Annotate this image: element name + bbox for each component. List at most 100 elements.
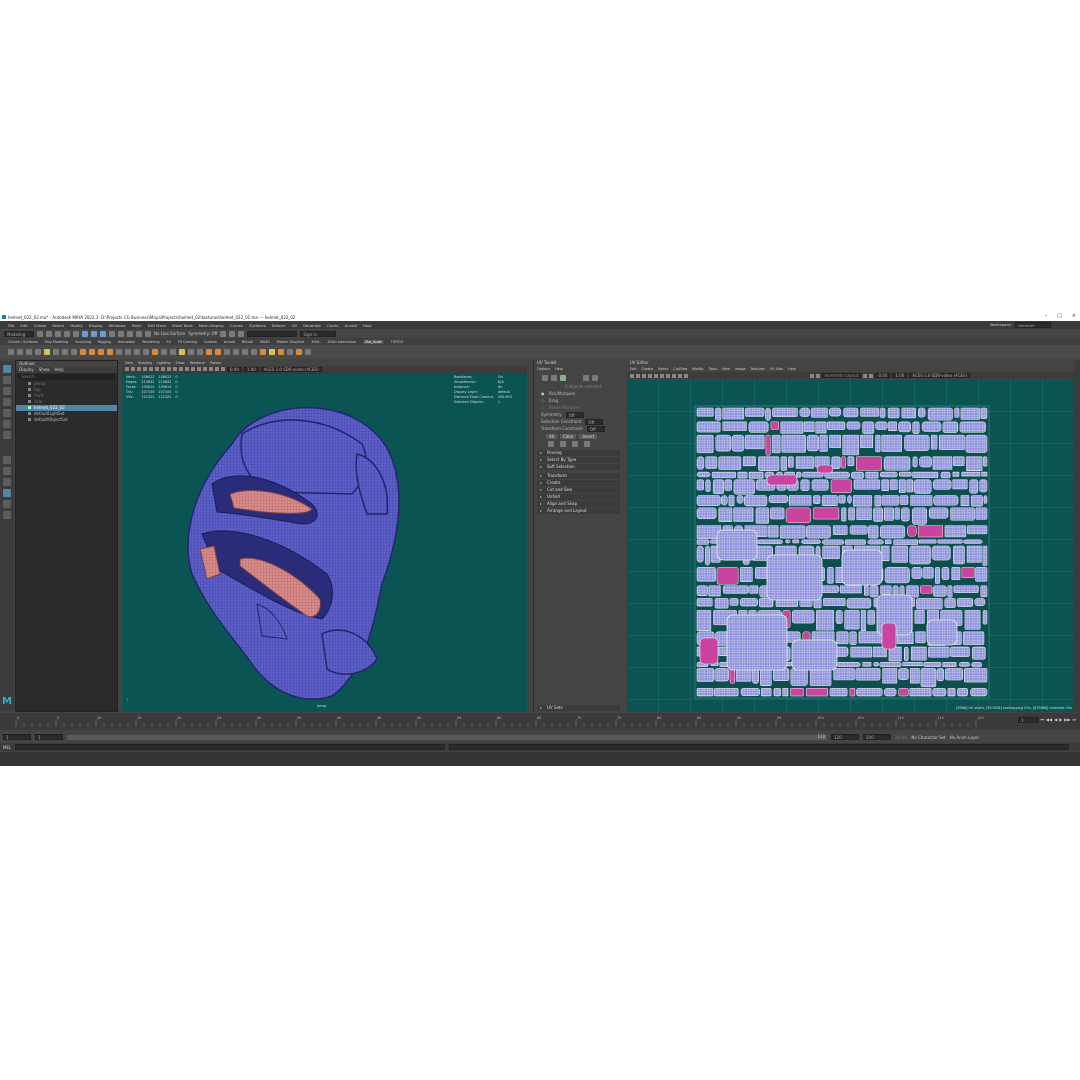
uv-shell[interactable]	[920, 668, 937, 688]
wireframe-on-shaded-icon[interactable]	[173, 367, 177, 371]
uv-shell[interactable]	[911, 567, 922, 579]
uv-shell[interactable]	[942, 421, 959, 433]
menu-surfaces[interactable]: Surfaces	[249, 323, 265, 328]
uv-shell[interactable]	[912, 456, 918, 468]
uv-shell[interactable]	[733, 507, 754, 522]
uv-menu-image[interactable]: Image	[735, 366, 746, 372]
uv-shell[interactable]	[899, 495, 909, 505]
select-object-icon[interactable]	[91, 330, 97, 337]
mode-select[interactable]: Modeling	[4, 330, 34, 337]
select-all-button[interactable]: All	[546, 434, 557, 439]
go-to-end-icon[interactable]: ⏭	[1072, 717, 1076, 723]
invert-selection-button[interactable]: Invert	[579, 434, 598, 439]
uv-shell[interactable]	[722, 407, 745, 420]
uv-shell[interactable]	[790, 688, 804, 697]
uv-shell[interactable]	[805, 688, 829, 697]
section-unfold[interactable]: Unfold	[537, 494, 620, 500]
rotate-tool-icon[interactable]	[3, 409, 11, 417]
render-view-icon[interactable]	[229, 330, 236, 337]
uv-shell[interactable]	[815, 421, 827, 434]
uv-shell[interactable]	[898, 688, 909, 697]
uv-shell[interactable]	[881, 495, 899, 506]
uv-shell[interactable]	[867, 610, 876, 625]
uv-shell[interactable]	[803, 421, 815, 432]
color-space-select[interactable]: ACES 1.0 SDR-video (ACES)	[260, 366, 322, 372]
uv-shell[interactable]	[714, 688, 739, 697]
uv-tool-icon[interactable]	[869, 373, 874, 378]
uv-shell[interactable]	[742, 456, 756, 467]
shadows-icon[interactable]	[191, 367, 195, 371]
uv-exposure-field[interactable]: 0.00	[875, 373, 891, 378]
step-forward-icon[interactable]: ▶▶	[1064, 717, 1070, 723]
uv-shell[interactable]	[751, 668, 759, 684]
uv-shell[interactable]	[915, 631, 926, 644]
uv-shells[interactable]	[627, 380, 1080, 712]
uv-shell[interactable]	[879, 662, 902, 668]
menu-mesh-display[interactable]: Mesh Display	[199, 323, 224, 328]
uv-shell[interactable]	[696, 479, 704, 491]
uv-shell-overlapping[interactable]	[766, 474, 798, 486]
section-select-by-type[interactable]: Select By Type	[537, 457, 620, 463]
perspective-view[interactable]: Verts: 108022 108022 0 Edges: 215832 215832 0 …	[122, 374, 527, 712]
uv-shell[interactable]	[926, 619, 958, 646]
uv-color-space-select[interactable]: ACES 1.0 SDR-video (ACES)	[909, 373, 971, 378]
select-hierarchy-icon[interactable]	[82, 330, 88, 337]
save-scene-icon[interactable]	[55, 330, 61, 337]
lights-icon[interactable]	[185, 367, 189, 371]
character-set-select[interactable]: No Character Set	[911, 735, 945, 740]
shelf-tool-icon[interactable]	[35, 349, 41, 355]
snap-point-icon[interactable]	[127, 330, 133, 337]
uv-menu-textures[interactable]: Textures	[751, 366, 765, 372]
uv-shell[interactable]	[811, 407, 828, 418]
minimize-button[interactable]: –	[1045, 313, 1048, 319]
shelf-tool-icon[interactable]	[260, 349, 266, 355]
uv-shell[interactable]	[726, 614, 788, 671]
section-align-and-snap[interactable]: Align and Snap	[537, 501, 620, 507]
grow-selection-icon[interactable]	[548, 441, 554, 447]
open-scene-icon[interactable]	[46, 330, 52, 337]
uv-shell[interactable]	[884, 567, 910, 584]
uv-shell[interactable]	[902, 662, 923, 667]
shelf-tab-fx[interactable]: FX	[167, 340, 171, 344]
uv-shell[interactable]	[772, 407, 798, 417]
transform-constraint-select[interactable]: Off	[586, 426, 605, 432]
section-soft-selection[interactable]: Soft Selection	[537, 464, 620, 470]
shelf-tab-mash[interactable]: MASH	[260, 340, 270, 344]
shelf-tab-rendering[interactable]: Rendering	[142, 340, 159, 344]
uv-shell[interactable]	[898, 668, 909, 681]
uv-shell[interactable]	[714, 668, 729, 682]
uv-shell[interactable]	[959, 421, 986, 433]
uv-shell[interactable]	[964, 668, 988, 683]
uv-shell[interactable]	[910, 495, 933, 506]
uv-shell[interactable]	[705, 456, 718, 469]
workspace-select[interactable]: General*	[1015, 322, 1052, 328]
viewport-menu-lighting[interactable]: Lighting	[157, 360, 171, 366]
select-border-icon[interactable]	[572, 441, 578, 447]
uv-shell[interactable]	[696, 545, 704, 563]
uv-menu-edit[interactable]: Edit	[630, 366, 637, 372]
uv-shell[interactable]	[696, 507, 717, 520]
uv-shell[interactable]	[788, 495, 812, 506]
uv-shell[interactable]	[729, 598, 739, 606]
shelf-tab-animation[interactable]: Animation	[118, 340, 135, 344]
uv-shell[interactable]	[696, 688, 714, 697]
uv-shell[interactable]	[819, 434, 828, 452]
uv-shell[interactable]	[766, 554, 823, 601]
uv-shell[interactable]	[862, 662, 872, 667]
shelf-tool-icon[interactable]	[197, 349, 203, 355]
uv-shell[interactable]	[712, 479, 725, 495]
uv-shell[interactable]	[983, 495, 988, 504]
go-to-start-icon[interactable]: ⏮	[1040, 717, 1044, 723]
uv-shell[interactable]	[785, 507, 812, 524]
camera-attributes-icon[interactable]	[125, 367, 129, 371]
uv-menu-cut-sew[interactable]: Cut/Sew	[673, 366, 687, 372]
uv-shell[interactable]	[696, 471, 711, 478]
isolate-select-icon[interactable]	[197, 367, 201, 371]
uv-shell[interactable]	[843, 407, 859, 418]
range-inner-start-field[interactable]: 1	[35, 734, 63, 740]
pick-option-marquee[interactable]: ● Pick/Marquee	[537, 391, 620, 397]
shelf-tool-icon[interactable]	[26, 349, 32, 355]
uv-shell[interactable]	[806, 434, 819, 452]
uv-shell[interactable]	[756, 539, 783, 545]
section-arrange-and-layout[interactable]: Arrange and Layout	[537, 508, 620, 514]
